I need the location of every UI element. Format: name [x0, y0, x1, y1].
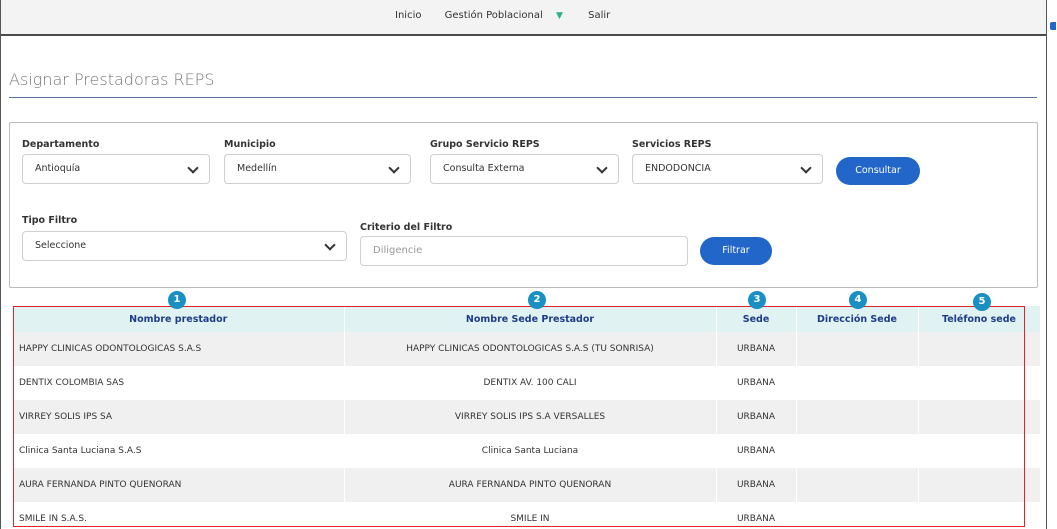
annotation-badge-4: 4 [849, 291, 867, 309]
departamento-label: Departamento [22, 139, 100, 150]
nav-salir[interactable]: Salir [588, 10, 610, 21]
cell-nombre-prestador: VIRREY SOLIS IPS SA [13, 400, 345, 434]
annotation-badge-1: 1 [168, 291, 186, 309]
municipio-select[interactable]: Medellín [224, 154, 411, 184]
cell-sede: URBANA [716, 434, 797, 468]
cell-nombre-sede: DENTIX AV. 100 CALI [344, 366, 717, 400]
criterio-filtro-input[interactable]: Diligencie [360, 236, 688, 266]
cell-nombre-prestador: SMILE IN S.A.S. [13, 502, 345, 529]
table-row[interactable]: DENTIX COLOMBIA SAS DENTIX AV. 100 CALI … [13, 366, 1041, 400]
cell-direccion [796, 434, 919, 468]
cell-telefono [918, 366, 1041, 400]
criterio-filtro-label: Criterio del Filtro [360, 222, 453, 233]
nav-gestion-poblacional[interactable]: Gestión Poblacional [445, 10, 543, 21]
filtrar-button[interactable]: Filtrar [700, 237, 772, 265]
col-direccion-sede[interactable]: Dirección Sede [796, 306, 919, 332]
cell-nombre-sede: HAPPY CLINICAS ODONTOLOGICAS S.A.S (TU S… [344, 332, 717, 366]
annotation-badge-3: 3 [748, 291, 766, 309]
cell-direccion [796, 400, 919, 434]
chevron-down-icon [596, 162, 608, 174]
chevron-down-icon [800, 162, 812, 174]
departamento-select[interactable]: Antioquía [22, 154, 210, 184]
cell-sede: URBANA [716, 400, 797, 434]
title-divider [9, 97, 1037, 98]
cell-direccion [796, 502, 919, 529]
cell-direccion [796, 468, 919, 502]
col-sede[interactable]: Sede [716, 306, 797, 332]
app-frame: Inicio Gestión Poblacional ▼ Salir Asign… [0, 0, 1047, 529]
top-navbar: Inicio Gestión Poblacional ▼ Salir [1, 0, 1046, 36]
criterio-filtro-placeholder: Diligencie [373, 245, 423, 256]
col-nombre-sede[interactable]: Nombre Sede Prestador [344, 306, 717, 332]
cell-telefono [918, 434, 1041, 468]
departamento-value: Antioquía [35, 163, 81, 174]
cell-sede: URBANA [716, 332, 797, 366]
cell-telefono [918, 332, 1041, 366]
filter-panel: Departamento Antioquía Municipio Medellí… [9, 122, 1038, 288]
cell-sede: URBANA [716, 366, 797, 400]
grupo-servicio-select[interactable]: Consulta Externa [430, 154, 619, 184]
municipio-label: Municipio [224, 139, 276, 150]
municipio-value: Medellín [237, 163, 277, 174]
grupo-servicio-value: Consulta Externa [443, 163, 525, 174]
cell-telefono [918, 468, 1041, 502]
table-row[interactable]: SMILE IN S.A.S. SMILE IN URBANA [13, 502, 1041, 529]
chevron-down-icon [187, 162, 199, 174]
tipo-filtro-label: Tipo Filtro [22, 215, 78, 226]
cell-nombre-prestador: DENTIX COLOMBIA SAS [13, 366, 345, 400]
cell-nombre-sede: VIRREY SOLIS IPS S.A VERSALLES [344, 400, 717, 434]
caret-down-icon[interactable]: ▼ [556, 11, 563, 21]
consultar-button[interactable]: Consultar [836, 157, 920, 185]
cell-sede: URBANA [716, 468, 797, 502]
cell-telefono [918, 502, 1041, 529]
results-table: Nombre prestador Nombre Sede Prestador S… [13, 306, 1041, 529]
user-icon[interactable] [1050, 22, 1056, 30]
table-row[interactable]: AURA FERNANDA PINTO QUENORAN AURA FERNAN… [13, 468, 1041, 502]
tipo-filtro-select[interactable]: Seleccione [22, 231, 347, 261]
main-nav: Inicio Gestión Poblacional ▼ Salir [395, 10, 630, 21]
chevron-down-icon [388, 162, 400, 174]
servicios-reps-select[interactable]: ENDODONCIA [632, 154, 823, 184]
cell-nombre-prestador: HAPPY CLINICAS ODONTOLOGICAS S.A.S [13, 332, 345, 366]
tipo-filtro-value: Seleccione [35, 240, 87, 251]
table-row[interactable]: Clinica Santa Luciana S.A.S Clinica Sant… [13, 434, 1041, 468]
nav-inicio[interactable]: Inicio [395, 10, 421, 21]
cell-direccion [796, 332, 919, 366]
grupo-servicio-label: Grupo Servicio REPS [430, 139, 540, 150]
cell-telefono [918, 400, 1041, 434]
table-row[interactable]: VIRREY SOLIS IPS SA VIRREY SOLIS IPS S.A… [13, 400, 1041, 434]
page-title: Asignar Prestadoras REPS [9, 70, 215, 89]
table-header-row: Nombre prestador Nombre Sede Prestador S… [13, 306, 1041, 332]
cell-nombre-sede: SMILE IN [344, 502, 717, 529]
annotation-badge-2: 2 [528, 291, 546, 309]
cell-nombre-prestador: AURA FERNANDA PINTO QUENORAN [13, 468, 345, 502]
servicios-reps-value: ENDODONCIA [645, 163, 711, 174]
cell-nombre-sede: AURA FERNANDA PINTO QUENORAN [344, 468, 717, 502]
col-nombre-prestador[interactable]: Nombre prestador [13, 306, 345, 332]
annotation-badge-5: 5 [973, 293, 991, 311]
cell-nombre-sede: Clinica Santa Luciana [344, 434, 717, 468]
cell-direccion [796, 366, 919, 400]
table-row[interactable]: HAPPY CLINICAS ODONTOLOGICAS S.A.S HAPPY… [13, 332, 1041, 366]
cell-sede: URBANA [716, 502, 797, 529]
servicios-reps-label: Servicios REPS [632, 139, 712, 150]
cell-nombre-prestador: Clinica Santa Luciana S.A.S [13, 434, 345, 468]
chevron-down-icon [324, 239, 336, 251]
